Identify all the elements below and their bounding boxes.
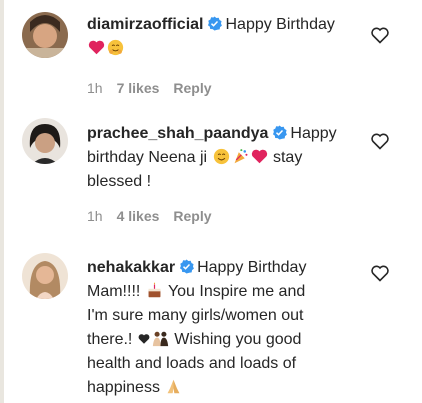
username[interactable]: prachee_shah_paandya <box>87 125 268 142</box>
comment-meta: 1h 7 likes Reply <box>87 80 226 96</box>
verified-badge-icon <box>208 16 223 31</box>
birthday-cake-icon <box>148 282 161 298</box>
likes-count[interactable]: 7 likes <box>117 80 160 96</box>
hugging-face-icon <box>107 39 124 56</box>
red-heart-icon <box>88 40 105 55</box>
comment-text-segment: I'm sure many girls/women out <box>87 307 304 324</box>
avatar[interactable] <box>22 253 68 299</box>
folded-hands-icon <box>167 379 180 394</box>
couple-icon <box>152 331 168 347</box>
comment-text-segment: Mam!!!! <box>87 283 141 300</box>
comment-text: diamirzaofficial Happy Birthday <box>87 13 377 61</box>
comment-text-segment: happiness <box>87 379 160 396</box>
likes-count[interactable]: 4 likes <box>117 208 160 224</box>
smiling-face-icon <box>213 148 229 165</box>
verified-badge-icon <box>180 259 194 274</box>
avatar[interactable] <box>22 12 68 58</box>
left-edge-strip <box>0 0 4 403</box>
comment-text-segment: health and loads and loads of <box>87 355 297 372</box>
comment-text-segment: Happy Birthday <box>225 16 335 33</box>
avatar[interactable] <box>22 118 68 164</box>
comment-text-segment: You Inspire me and <box>167 283 306 300</box>
comment-meta: 1h 4 likes Reply <box>87 208 226 224</box>
like-heart-icon[interactable] <box>370 26 390 44</box>
comment-text: nehakakkar Happy Birthday Mam!!!! You Ins… <box>87 256 377 400</box>
comment-text: prachee_shah_paandya Happy birthday Neena… <box>87 122 377 194</box>
comment-text-segment: there.! <box>87 331 133 348</box>
timestamp: 1h <box>87 80 103 96</box>
username[interactable]: diamirzaofficial <box>87 16 203 33</box>
red-heart-icon <box>251 149 267 164</box>
comment-text-segment: birthday Neena ji <box>87 149 208 166</box>
comment-text-segment: blessed ! <box>87 173 152 190</box>
comment-text-segment: Happy <box>290 125 337 142</box>
like-heart-icon[interactable] <box>370 264 390 282</box>
black-heart-icon <box>138 334 150 344</box>
party-popper-icon <box>234 149 248 164</box>
comment-text-segment: Wishing you good <box>174 331 302 348</box>
timestamp: 1h <box>87 208 103 224</box>
verified-badge-icon <box>273 125 288 140</box>
comment-text-segment: Happy Birthday <box>197 259 307 276</box>
comment-text-segment: stay <box>272 149 303 166</box>
username[interactable]: nehakakkar <box>87 259 175 276</box>
reply-button[interactable]: Reply <box>173 208 211 224</box>
reply-button[interactable]: Reply <box>173 80 211 96</box>
like-heart-icon[interactable] <box>370 132 390 150</box>
